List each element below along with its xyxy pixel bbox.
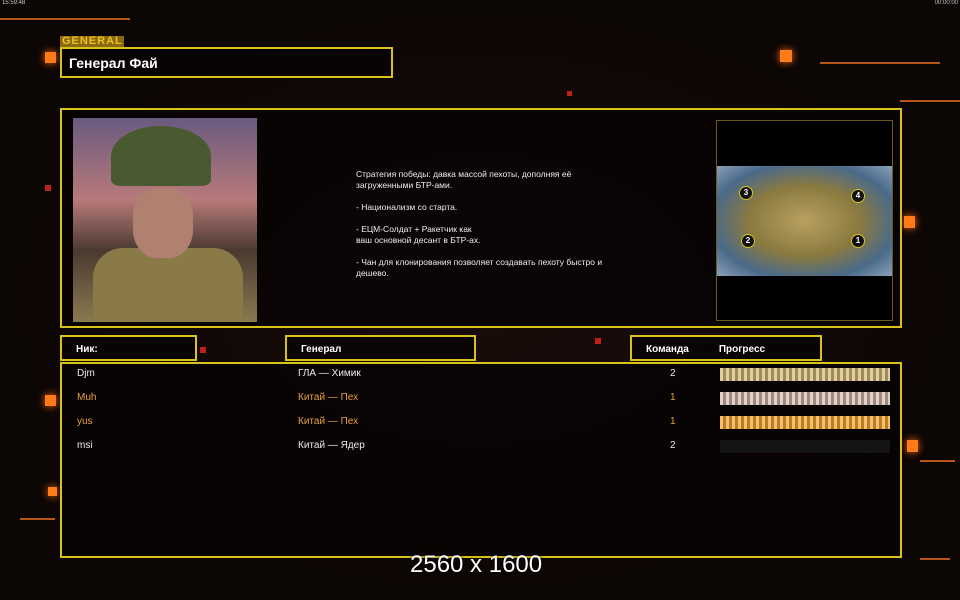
decor-line: [900, 100, 960, 102]
player-row[interactable]: msi Китай — Ядер 2: [62, 436, 900, 460]
progress-bar: [720, 392, 890, 405]
player-team: 1: [670, 392, 676, 403]
decor-square: [595, 338, 601, 344]
player-list: Djm ГЛА — Химик 2 Muh Китай — Пех 1 yus …: [60, 362, 902, 558]
status-clock-right: 00:00:00: [934, 0, 958, 6]
general-portrait: [73, 118, 257, 322]
header-general-label: Генерал: [301, 344, 342, 355]
general-name: Генерал Фай: [60, 47, 393, 78]
map-slot-2[interactable]: 2: [741, 234, 755, 248]
decor-square: [45, 185, 51, 191]
map-image: 3 4 2 1: [717, 166, 892, 276]
player-general: Китай — Пех: [298, 416, 359, 427]
player-team: 2: [670, 440, 676, 451]
header-nick: Ник:: [60, 335, 197, 361]
decor-square: [45, 395, 56, 406]
progress-bar: [720, 416, 890, 429]
decor-square: [567, 91, 572, 96]
player-team: 1: [670, 416, 676, 427]
player-row[interactable]: Djm ГЛА — Химик 2: [62, 364, 900, 388]
player-nick: msi: [77, 440, 93, 451]
map-slot-3[interactable]: 3: [739, 186, 753, 200]
player-nick: Djm: [77, 368, 95, 379]
decor-line: [920, 558, 950, 560]
strategy-description: Стратегия победы: давка массой пехоты, д…: [356, 169, 603, 278]
map-slot-4[interactable]: 4: [851, 189, 865, 203]
decor-square: [907, 440, 918, 452]
decor-square: [200, 347, 206, 353]
player-general: Китай — Ядер: [298, 440, 365, 451]
status-clock-left: 15:59:48: [2, 0, 26, 6]
player-team: 2: [670, 368, 676, 379]
resolution-watermark: 2560 x 1600: [410, 551, 543, 578]
decor-line: [20, 518, 55, 520]
header-nick-label: Ник:: [76, 344, 98, 355]
decor-square: [904, 216, 915, 228]
decor-square: [48, 487, 57, 496]
player-nick: yus: [77, 416, 93, 427]
decor-line: [820, 62, 940, 64]
map-slot-1[interactable]: 1: [851, 234, 865, 248]
header-team-label: Команда: [646, 344, 689, 355]
player-general: ГЛА — Химик: [298, 368, 361, 379]
progress-bar: [720, 440, 890, 453]
decor-square: [45, 52, 56, 63]
map-preview: 3 4 2 1: [716, 120, 893, 321]
player-general: Китай — Пех: [298, 392, 359, 403]
header-progress-label: Прогресс: [718, 344, 766, 355]
decor-square: [780, 50, 792, 62]
header-general: Генерал: [285, 335, 476, 361]
general-tag: GENERAL: [60, 35, 124, 47]
player-row[interactable]: Muh Китай — Пех 1: [62, 388, 900, 412]
player-row[interactable]: yus Китай — Пех 1: [62, 412, 900, 436]
decor-line: [0, 18, 130, 20]
decor-line: [920, 460, 955, 462]
player-nick: Muh: [77, 392, 97, 403]
general-info-panel: Стратегия победы: давка массой пехоты, д…: [60, 108, 902, 328]
header-team-progress: Команда Прогресс: [630, 335, 822, 361]
progress-bar: [720, 368, 890, 381]
